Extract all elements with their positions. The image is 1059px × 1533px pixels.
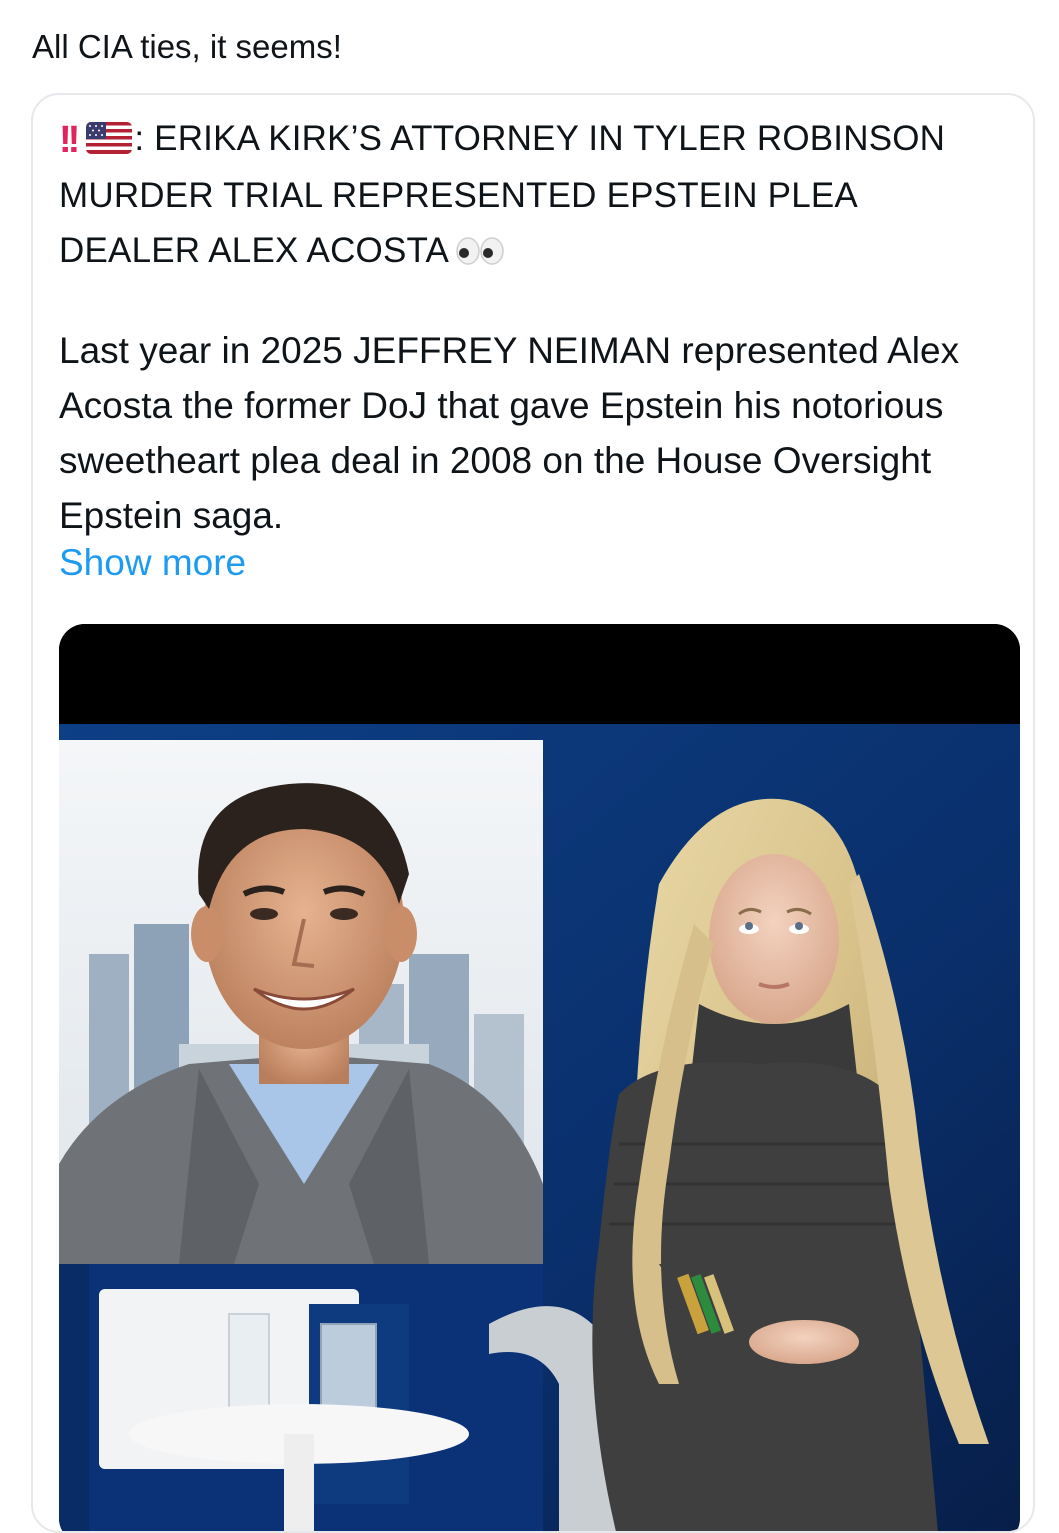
media-photo-collage [59,624,1020,1531]
man-photo [59,740,543,1264]
quoted-post-headline: !! : ERIKA KIRK’S ATTORNEY IN TYLER ROBI… [59,111,959,278]
quoted-post-media[interactable] [59,624,1020,1531]
stage-foreground [59,1264,619,1531]
eyes-icon [456,237,504,265]
double-exclamation-icon: !! [59,119,80,162]
us-flag-icon [86,122,133,154]
show-more-link[interactable]: Show more [59,535,246,590]
post-text: All CIA ties, it seems! [32,28,342,65]
quoted-post-body: Last year in 2025 JEFFREY NEIMAN represe… [59,330,960,536]
quoted-post-card[interactable]: !! : ERIKA KIRK’S ATTORNEY IN TYLER ROBI… [31,93,1035,1533]
